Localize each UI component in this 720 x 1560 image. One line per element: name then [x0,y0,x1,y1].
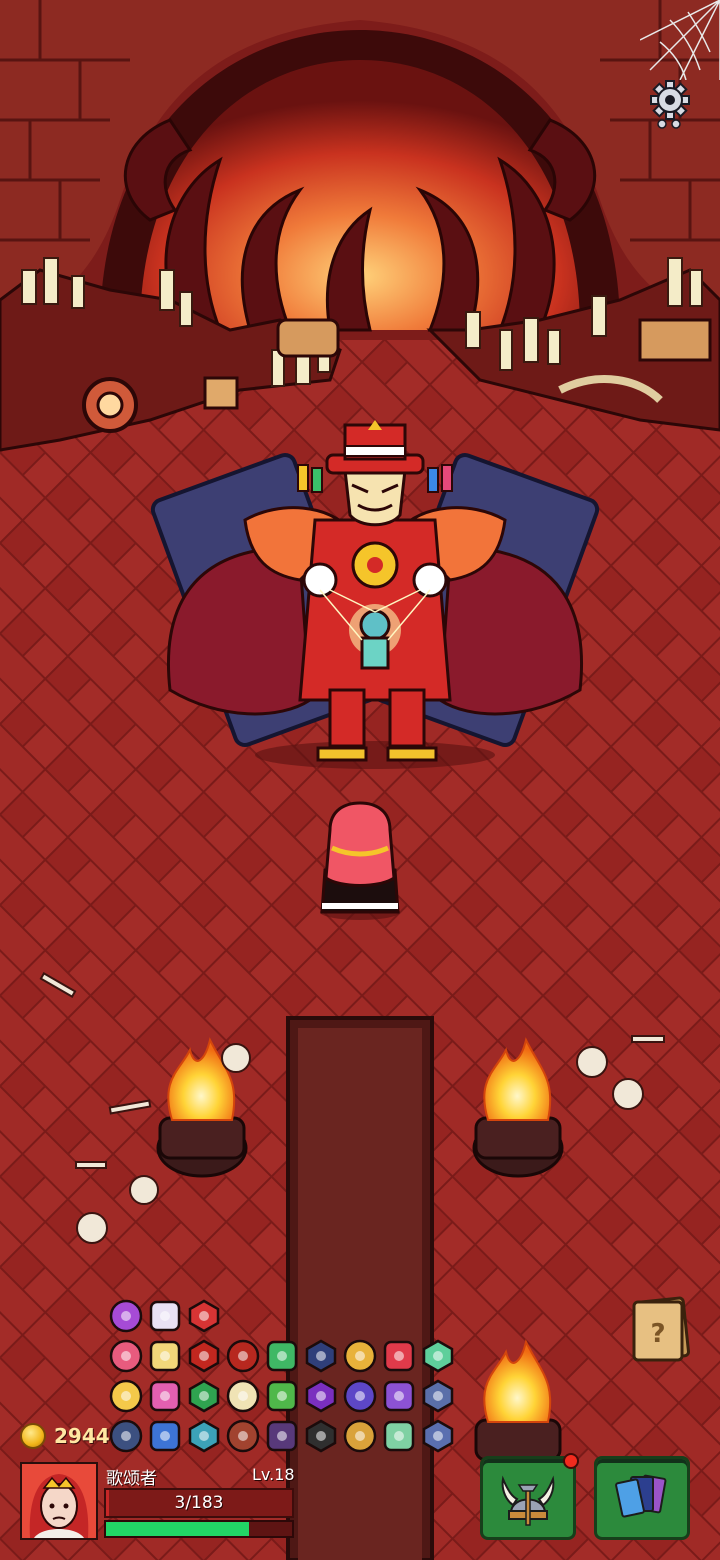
purple-flower-relic[interactable] [108,1298,144,1334]
bone-relic-icon [226,1379,260,1413]
mushroom-relic[interactable] [186,1418,222,1454]
green-shell-relic-icon [188,1379,220,1413]
shield-rune-relic[interactable] [381,1378,417,1414]
red-carpet [286,1016,434,1560]
shield-rune-relic-icon [383,1380,415,1412]
clock-rune-relic-icon [149,1300,181,1332]
blue-sword-relic-icon [149,1420,181,1452]
mushroom-relic-icon [188,1419,220,1453]
player-avatar[interactable] [20,1462,98,1540]
fist-rune-relic-icon [422,1419,454,1453]
spiky-orb-relic[interactable] [420,1338,456,1374]
red-heart-card-relic-icon [383,1340,415,1372]
gold-star-relic-icon [109,1379,143,1413]
red-heart-card-relic[interactable] [381,1338,417,1374]
svg-text:?: ? [650,1319,665,1349]
hp-bar: 3/183 [104,1488,294,1518]
demon-face-relic-icon [188,1339,220,1373]
demon-face-relic[interactable] [186,1338,222,1374]
player-level: Lv.18 [252,1465,295,1484]
pentagon-gem-relic[interactable] [303,1338,339,1374]
card-deck-icon [615,1474,667,1518]
ghost-relic[interactable] [108,1418,144,1454]
viking-helmet-tools-icon [501,1475,555,1526]
equipment-button[interactable] [480,1453,579,1540]
question-rune-relic-icon [305,1379,337,1413]
bat-relic-icon [266,1420,298,1452]
crate-relic-icon [226,1419,260,1453]
green-triangle-relic-icon [266,1340,298,1372]
blue-hex-relic-icon [422,1379,454,1413]
green-jar-relic-icon [383,1420,415,1452]
green-triangle-relic[interactable] [264,1338,300,1374]
player-status: 歌颂者 Lv.18 3/183 [20,1462,300,1542]
green-lizard-relic-icon [266,1380,298,1412]
horn-relic[interactable] [225,1338,261,1374]
witch-hat-relic-icon [305,1419,337,1453]
witch-hat-relic[interactable] [303,1418,339,1454]
purple-flower-relic-icon [109,1299,143,1333]
hourglass-relic[interactable] [342,1338,378,1374]
ghost-relic-icon [109,1419,143,1453]
pink-demon-relic[interactable] [147,1378,183,1414]
xp-bar-fill [106,1522,250,1536]
pink-demon-relic-icon [149,1380,181,1412]
gold-star-relic[interactable] [108,1378,144,1414]
hourglass-relic-icon [343,1339,377,1373]
bone-relic[interactable] [225,1378,261,1414]
potion-flask-relic[interactable] [147,1338,183,1374]
spiky-orb-relic-icon [422,1339,454,1373]
cobweb-decoration [640,0,720,80]
cards-button[interactable] [594,1456,690,1540]
xp-bar [104,1520,294,1538]
fang-mouth-relic-icon [188,1299,220,1333]
heart-lock-relic[interactable] [108,1338,144,1374]
settings-button[interactable] [648,80,692,130]
notification-dot [563,1453,579,1469]
player-name: 歌颂者 [106,1469,157,1489]
player-character [320,801,400,920]
gold-coin-icon [20,1423,46,1449]
hp-value: 3/183 [174,1493,224,1513]
fang-mouth-relic[interactable] [186,1298,222,1334]
bat-relic[interactable] [264,1418,300,1454]
lock-chest-relic-icon [343,1419,377,1453]
blue-sword-relic[interactable] [147,1418,183,1454]
question-rune-relic[interactable] [303,1378,339,1414]
gold-amount: 2944 [54,1424,110,1448]
green-lizard-relic[interactable] [264,1378,300,1414]
purple-blob-relic[interactable] [342,1378,378,1414]
blue-hex-relic[interactable] [420,1378,456,1414]
crate-relic[interactable] [225,1418,261,1454]
fist-rune-relic[interactable] [420,1418,456,1454]
green-jar-relic[interactable] [381,1418,417,1454]
lock-chest-relic[interactable] [342,1418,378,1454]
horn-relic-icon [226,1339,260,1373]
heart-lock-relic-icon [109,1339,143,1373]
gold-counter: 2944 [20,1420,110,1452]
green-shell-relic[interactable] [186,1378,222,1414]
hint-card-button[interactable]: ? [630,1296,691,1362]
question-card-icon: ? [632,1296,691,1362]
purple-blob-relic-icon [343,1379,377,1413]
clock-rune-relic[interactable] [147,1298,183,1334]
potion-flask-relic-icon [149,1340,181,1372]
gear-icon [650,80,690,129]
heroine-portrait-icon [22,1464,96,1538]
pentagon-gem-relic-icon [305,1339,337,1373]
relic-inventory [108,1298,468,1458]
